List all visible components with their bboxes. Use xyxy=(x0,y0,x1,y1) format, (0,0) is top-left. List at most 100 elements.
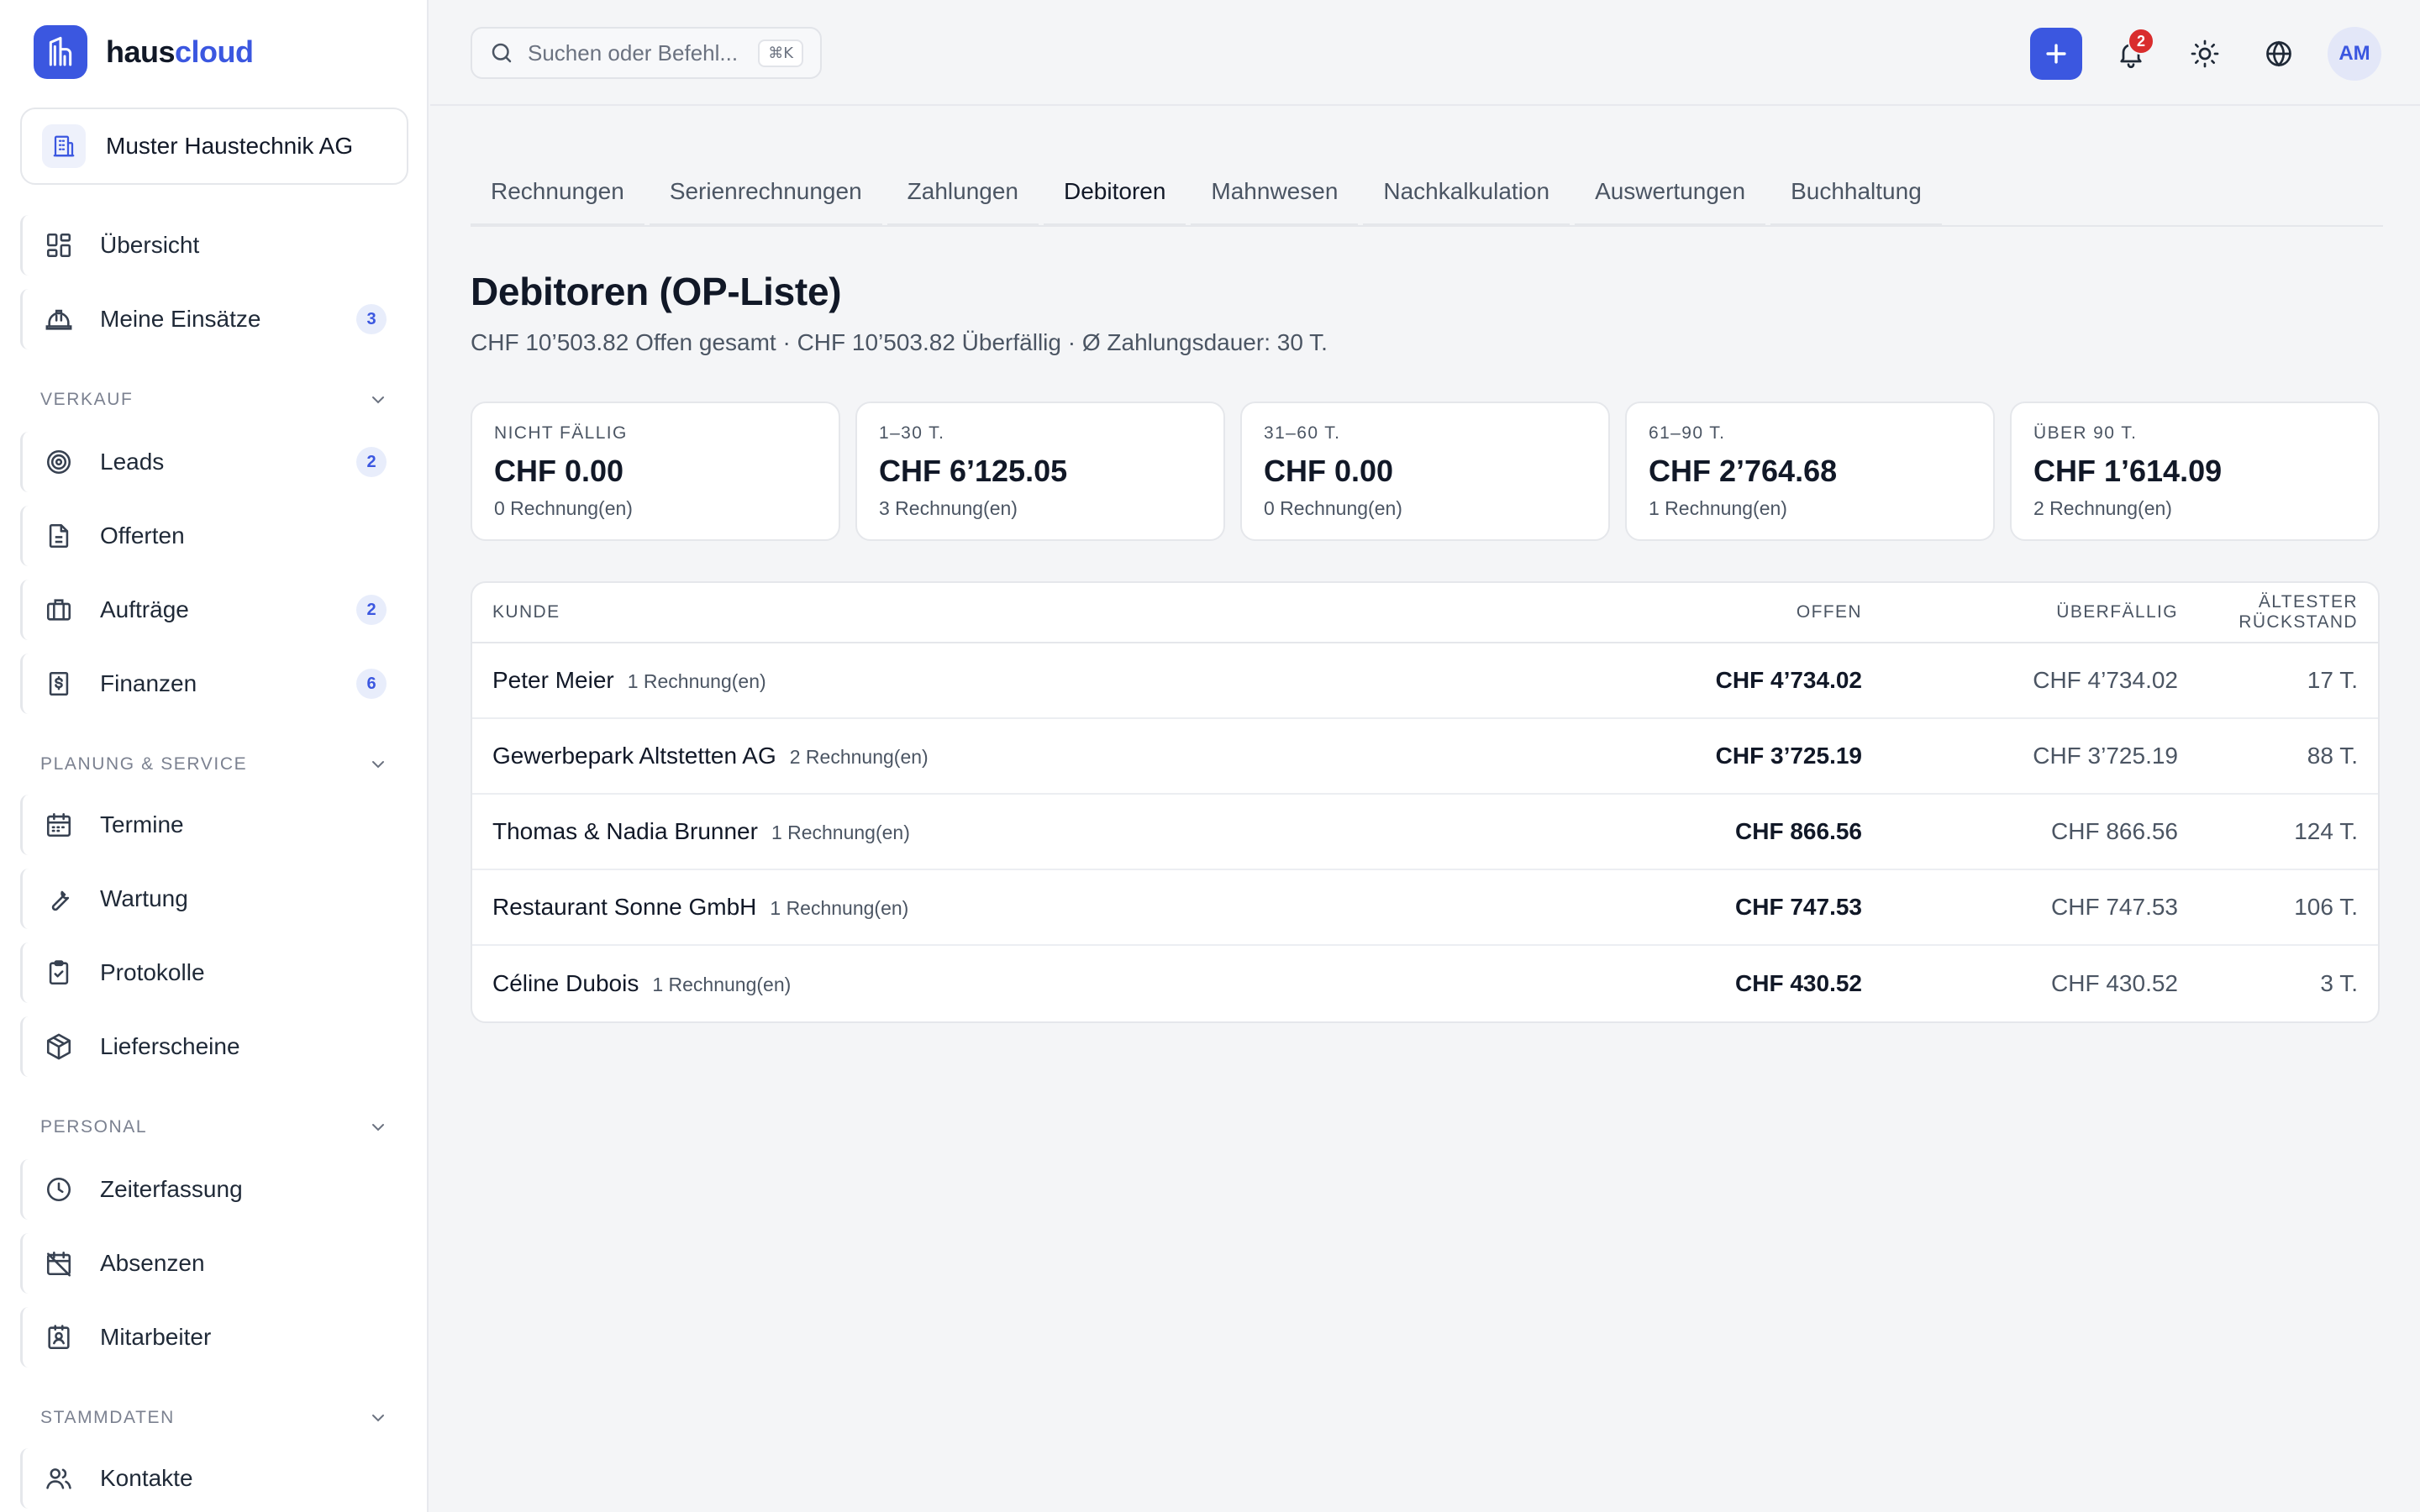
sidebar-item-mitarbeiter[interactable]: Mitarbeiter xyxy=(20,1307,408,1368)
card-label: 31–60 T. xyxy=(1264,423,1341,443)
cell-kunde: Peter Meier 1 Rechnung(en) xyxy=(492,667,1551,694)
table-row[interactable]: Gewerbepark Altstetten AG 2 Rechnung(en)… xyxy=(472,719,2378,795)
card-count: 1 Rechnung(en) xyxy=(1649,497,1787,519)
sun-icon xyxy=(2190,39,2220,69)
sidebar-item-label: Absenzen xyxy=(100,1250,205,1276)
cell-ueberfaellig: CHF 866.56 xyxy=(2051,818,2178,844)
brand[interactable]: hauscloud xyxy=(34,25,254,79)
table-row[interactable]: Céline Dubois 1 Rechnung(en) CHF 430.52 … xyxy=(472,946,2378,1021)
cell-aeltester-rueckstand: 88 T. xyxy=(2307,743,2358,769)
card-amount: CHF 0.00 xyxy=(1264,454,1394,488)
section-personal-toggle[interactable]: PERSONAL xyxy=(40,1110,388,1144)
sidebar-item-label: Protokolle xyxy=(100,959,205,985)
sidebar-item-label: Wartung xyxy=(100,885,188,911)
notification-count-badge: 2 xyxy=(2128,28,2154,55)
table-row[interactable]: Restaurant Sonne GmbH 1 Rechnung(en) CHF… xyxy=(472,870,2378,946)
section-label: PERSONAL xyxy=(40,1117,148,1137)
card-count: 2 Rechnung(en) xyxy=(2033,497,2172,519)
section-verkauf-toggle[interactable]: VERKAUF xyxy=(40,383,388,417)
brand-name: hauscloud xyxy=(106,34,254,69)
tab-mahnwesen[interactable]: Mahnwesen xyxy=(1191,160,1359,227)
column-header-aeltester-rueckstand[interactable]: ÄLTESTER RÜCKSTAND xyxy=(2178,592,2358,633)
debtors-table: KUNDE OFFEN ÜBERFÄLLIG ÄLTESTER RÜCKSTAN… xyxy=(471,581,2380,1023)
sidebar-item-kontakte[interactable]: Kontakte xyxy=(20,1448,408,1509)
card-count: 0 Rechnung(en) xyxy=(1264,497,1402,519)
sidebar-item-label: Zeiterfassung xyxy=(100,1176,243,1202)
company-switcher[interactable]: Muster Haustechnik AG xyxy=(20,108,408,185)
sidebar-item-termine[interactable]: Termine xyxy=(20,795,408,855)
language-button[interactable] xyxy=(2254,28,2304,80)
clipboard-check-icon xyxy=(43,957,75,989)
page-summary: CHF 10’503.82 Offen gesamt · CHF 10’503.… xyxy=(471,329,1328,355)
users-icon xyxy=(43,1462,75,1494)
aging-card-61-90: 61–90 T. CHF 2’764.68 1 Rechnung(en) xyxy=(1625,402,1995,541)
cell-kunde: Gewerbepark Altstetten AG 2 Rechnung(en) xyxy=(492,743,1551,769)
sidebar-item-auftraege[interactable]: Aufträge 2 xyxy=(20,580,408,640)
cell-offen: CHF 430.52 xyxy=(1735,970,1862,996)
table-row[interactable]: Thomas & Nadia Brunner 1 Rechnung(en) CH… xyxy=(472,795,2378,870)
tab-buchhaltung[interactable]: Buchhaltung xyxy=(1770,160,1942,227)
tab-debitoren[interactable]: Debitoren xyxy=(1044,160,1186,227)
customer-name: Céline Dubois xyxy=(492,970,639,996)
sidebar-item-meine-einsaetze[interactable]: Meine Einsätze 3 xyxy=(20,289,408,349)
count-badge: 3 xyxy=(356,304,387,334)
section-label: VERKAUF xyxy=(40,390,134,409)
sidebar-item-label: Aufträge xyxy=(100,596,189,622)
globe-icon xyxy=(2264,39,2294,69)
notifications-button[interactable]: 2 xyxy=(2106,28,2156,80)
document-icon xyxy=(43,520,75,552)
column-header-kunde[interactable]: KUNDE xyxy=(492,602,1551,622)
count-badge: 6 xyxy=(356,669,387,699)
sidebar-item-wartung[interactable]: Wartung xyxy=(20,869,408,929)
sidebar-item-leads[interactable]: Leads 2 xyxy=(20,432,408,492)
section-planung-toggle[interactable]: PLANUNG & SERVICE xyxy=(40,748,388,781)
sidebar-item-finanzen[interactable]: Finanzen 6 xyxy=(20,654,408,714)
customer-name: Restaurant Sonne GmbH xyxy=(492,894,757,920)
sidebar-item-absenzen[interactable]: Absenzen xyxy=(20,1233,408,1294)
theme-toggle-button[interactable] xyxy=(2180,28,2230,80)
column-header-ueberfaellig[interactable]: ÜBERFÄLLIG xyxy=(1862,602,2178,622)
wrench-icon xyxy=(43,883,75,915)
card-amount: CHF 2’764.68 xyxy=(1649,454,1838,488)
cell-aeltester-rueckstand: 106 T. xyxy=(2294,894,2358,920)
card-amount: CHF 6’125.05 xyxy=(879,454,1068,488)
avatar[interactable]: AM xyxy=(2328,27,2381,81)
sidebar-item-zeiterfassung[interactable]: Zeiterfassung xyxy=(20,1159,408,1220)
tab-zahlungen[interactable]: Zahlungen xyxy=(886,160,1039,227)
sidebar-item-label: Lieferscheine xyxy=(100,1033,240,1059)
tab-auswertungen[interactable]: Auswertungen xyxy=(1575,160,1766,227)
aging-card-1-30: 1–30 T. CHF 6’125.05 3 Rechnung(en) xyxy=(855,402,1225,541)
customer-name: Thomas & Nadia Brunner xyxy=(492,818,758,844)
sidebar: hauscloud Muster Haustechnik AG Übersich… xyxy=(0,0,429,1512)
cell-kunde: Céline Dubois 1 Rechnung(en) xyxy=(492,970,1551,997)
cell-kunde: Thomas & Nadia Brunner 1 Rechnung(en) xyxy=(492,818,1551,845)
sidebar-item-label: Meine Einsätze xyxy=(100,306,261,332)
table-row[interactable]: Peter Meier 1 Rechnung(en) CHF 4’734.02 … xyxy=(472,643,2378,719)
topbar: Suchen oder Befehl... ⌘K 2 AM xyxy=(430,0,2420,106)
sidebar-item-label: Übersicht xyxy=(100,232,200,258)
tab-rechnungen[interactable]: Rechnungen xyxy=(471,160,644,227)
sidebar-item-uebersicht[interactable]: Übersicht xyxy=(20,215,408,276)
card-count: 3 Rechnung(en) xyxy=(879,497,1018,519)
invoice-count: 1 Rechnung(en) xyxy=(770,897,909,919)
chevron-down-icon xyxy=(368,390,388,410)
cell-offen: CHF 4’734.02 xyxy=(1715,667,1862,693)
section-label: STAMMDATEN xyxy=(40,1408,175,1427)
tab-serienrechnungen[interactable]: Serienrechnungen xyxy=(649,160,882,227)
count-badge: 2 xyxy=(356,447,387,477)
cell-ueberfaellig: CHF 4’734.02 xyxy=(2033,667,2178,693)
sidebar-item-label: Termine xyxy=(100,811,184,837)
section-stammdaten-toggle[interactable]: STAMMDATEN xyxy=(40,1401,388,1435)
column-header-offen[interactable]: OFFEN xyxy=(1551,602,1862,622)
hardhat-icon xyxy=(43,303,75,335)
search-input[interactable]: Suchen oder Befehl... ⌘K xyxy=(471,27,822,79)
sidebar-item-protokolle[interactable]: Protokolle xyxy=(20,942,408,1003)
search-placeholder: Suchen oder Befehl... xyxy=(528,39,739,66)
aging-card-31-60: 31–60 T. CHF 0.00 0 Rechnung(en) xyxy=(1240,402,1610,541)
sidebar-item-offerten[interactable]: Offerten xyxy=(20,506,408,566)
cell-offen: CHF 747.53 xyxy=(1735,894,1862,920)
sidebar-item-lieferscheine[interactable]: Lieferscheine xyxy=(20,1016,408,1077)
invoice-count: 1 Rechnung(en) xyxy=(627,670,766,692)
create-button[interactable] xyxy=(2030,28,2082,80)
tab-nachkalkulation[interactable]: Nachkalkulation xyxy=(1363,160,1570,227)
